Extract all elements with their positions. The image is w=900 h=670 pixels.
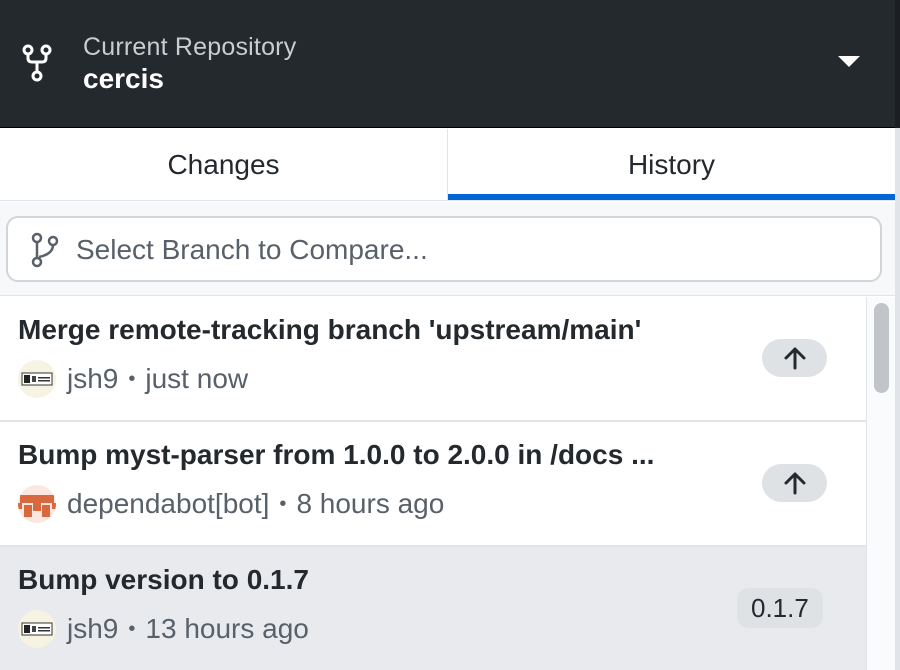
commit-row[interactable]: Bump version to 0.1.7 jsh9 • 13 hours ag… <box>0 547 866 670</box>
arrow-up-icon <box>762 339 827 377</box>
commit-time: just now <box>145 363 249 394</box>
compare-placeholder: Select Branch to Compare... <box>76 234 428 265</box>
branch-compare-input[interactable]: Select Branch to Compare... <box>6 216 882 282</box>
repository-selector[interactable]: Current Repository cercis <box>0 0 895 128</box>
separator: • <box>128 618 136 640</box>
window-edge <box>895 0 900 670</box>
tab-history[interactable]: History <box>447 129 895 200</box>
tab-bar: Changes History <box>0 129 895 201</box>
separator: • <box>279 493 287 515</box>
repository-name: cercis <box>83 63 164 94</box>
tab-changes[interactable]: Changes <box>0 129 447 200</box>
avatar <box>18 610 56 648</box>
scrollbar-thumb[interactable] <box>874 303 889 393</box>
commit-title: Bump myst-parser from 1.0.0 to 2.0.0 in … <box>18 439 655 470</box>
arrow-up-icon <box>762 464 827 502</box>
git-branch-icon <box>31 232 59 268</box>
commit-author: dependabot[bot] <box>67 488 270 519</box>
avatar <box>18 485 56 523</box>
commit-title: Merge remote-tracking branch 'upstream/m… <box>18 314 642 345</box>
commit-title: Bump version to 0.1.7 <box>18 564 309 595</box>
avatar <box>18 360 56 398</box>
tag-badge: 0.1.7 <box>737 588 823 628</box>
separator: • <box>128 368 136 390</box>
repo-fork-icon <box>22 44 52 82</box>
repository-label: Current Repository <box>83 33 297 61</box>
compare-bar: Select Branch to Compare... <box>0 202 895 296</box>
caret-down-icon[interactable] <box>838 56 860 67</box>
commit-author: jsh9 <box>67 363 119 394</box>
commit-author: jsh9 <box>67 613 119 644</box>
scrollbar[interactable] <box>866 297 895 670</box>
commit-time: 13 hours ago <box>145 613 309 644</box>
commit-row[interactable]: Bump myst-parser from 1.0.0 to 2.0.0 in … <box>0 422 866 547</box>
commit-row[interactable]: Merge remote-tracking branch 'upstream/m… <box>0 297 866 422</box>
commit-time: 8 hours ago <box>296 488 445 519</box>
commit-list: Merge remote-tracking branch 'upstream/m… <box>0 297 866 670</box>
